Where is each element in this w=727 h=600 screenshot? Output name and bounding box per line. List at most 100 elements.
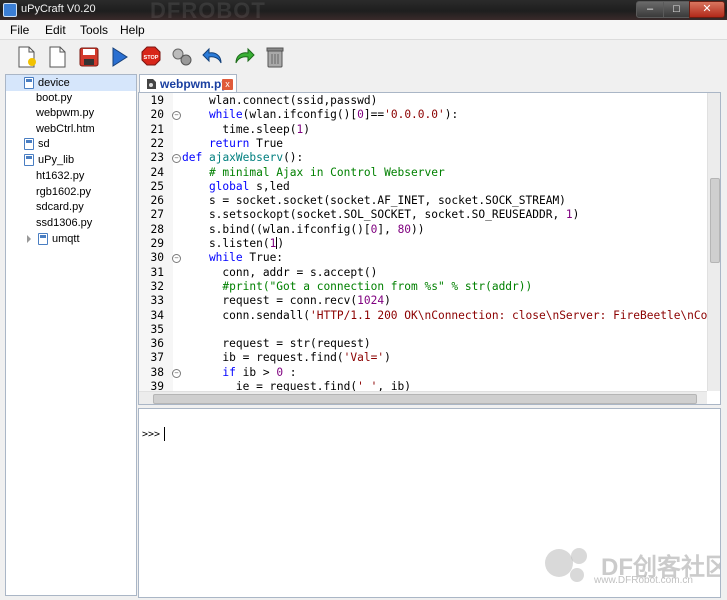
code-token: 1 xyxy=(269,237,277,250)
tree-item-device[interactable]: device xyxy=(6,75,136,91)
code-line[interactable]: 38− if ib > 0 : xyxy=(139,366,709,380)
fold-toggle-icon[interactable]: − xyxy=(172,111,181,121)
trash-icon[interactable] xyxy=(264,45,286,69)
minimize-button[interactable]: – xyxy=(636,1,664,18)
code-text: if ib > 0 : xyxy=(182,365,297,380)
code-token: ajaxWebserv xyxy=(208,151,284,165)
redo-icon[interactable] xyxy=(233,45,255,69)
line-number: 34 xyxy=(150,308,164,322)
code-token: s.listen( xyxy=(182,237,270,250)
code-token: conn, addr = s.accept() xyxy=(182,265,378,279)
titlebar-watermark: DFROBOT xyxy=(150,0,266,20)
line-number: 29 xyxy=(150,237,164,250)
undo-icon[interactable] xyxy=(202,45,224,69)
code-token: return xyxy=(182,136,250,150)
line-number: 31 xyxy=(150,265,164,279)
code-text: # minimal Ajax in Control Webserver xyxy=(182,166,445,180)
fold-toggle-icon[interactable]: − xyxy=(172,154,181,164)
expand-arrow-icon[interactable] xyxy=(27,235,31,243)
new-file-icon[interactable] xyxy=(16,45,38,69)
code-line[interactable]: 26 s = socket.socket(socket.AF_INET, soc… xyxy=(139,194,709,208)
line-number: 28 xyxy=(150,222,164,236)
horizontal-scrollbar[interactable] xyxy=(139,391,707,404)
code-token: 'Val=' xyxy=(343,351,385,365)
code-line[interactable]: 24 # minimal Ajax in Control Webserver xyxy=(139,166,709,180)
code-text: request = conn.recv(1024) xyxy=(182,294,391,308)
tab-webpwm-py[interactable]: webpwm.py x xyxy=(139,74,237,92)
menu-help[interactable]: Help xyxy=(120,23,145,37)
code-line[interactable]: 23− def ajaxWebserv(): xyxy=(139,151,709,165)
code-token: True xyxy=(249,136,284,150)
download-run-icon[interactable] xyxy=(109,45,131,69)
save-icon[interactable] xyxy=(78,45,100,69)
horizontal-scroll-thumb[interactable] xyxy=(153,394,697,404)
code-token: s,led xyxy=(249,179,290,193)
terminal-panel[interactable]: >>> DF创客社区 www.DFRobot.com.cn xyxy=(138,408,721,598)
code-line[interactable]: 33 request = conn.recv(1024) xyxy=(139,294,709,308)
code-token: 1 xyxy=(565,208,573,222)
code-token: 'HTTP/1.1 200 OK\nConnection: close\nSer… xyxy=(309,308,721,322)
code-text: s.setsockopt(socket.SOL_SOCKET, socket.S… xyxy=(182,208,579,222)
menu-edit[interactable]: Edit xyxy=(45,23,66,37)
code-line[interactable]: 27 s.setsockopt(socket.SOL_SOCKET, socke… xyxy=(139,208,709,222)
stop-icon-text: STOP xyxy=(144,55,159,61)
code-token: (): xyxy=(283,151,304,165)
code-line[interactable]: 20− while(wlan.ifconfig()[0]=='0.0.0.0')… xyxy=(139,108,709,122)
vertical-scroll-thumb[interactable] xyxy=(710,178,720,263)
code-line[interactable]: 22 return True xyxy=(139,137,709,151)
code-token: ) xyxy=(384,351,391,365)
code-line[interactable]: 37 ib = request.find('Val=') xyxy=(139,351,709,365)
open-file-icon[interactable] xyxy=(47,45,69,69)
code-token: 0 xyxy=(357,108,364,122)
tab-close-icon[interactable]: x xyxy=(222,79,233,90)
code-line[interactable]: 25 global s,led xyxy=(139,180,709,194)
fold-toggle-icon[interactable]: − xyxy=(172,368,181,378)
menu-bar: File Edit Tools Help xyxy=(0,20,727,40)
code-line[interactable]: 34 conn.sendall('HTTP/1.1 200 OK\nConnec… xyxy=(139,308,720,323)
code-line[interactable]: 31 conn, addr = s.accept() xyxy=(139,266,709,280)
device-icon xyxy=(24,77,34,89)
code-token: ) xyxy=(277,237,285,250)
code-token: def xyxy=(182,151,203,165)
window-title: uPyCraft V0.20 xyxy=(21,3,96,15)
code-line[interactable]: 36 request = str(request) xyxy=(139,337,709,351)
code-text: ib = request.find('Val=') xyxy=(182,351,391,365)
fold-toggle-icon[interactable]: − xyxy=(172,254,181,264)
watermark-url: www.DFRobot.com.cn xyxy=(594,575,693,586)
line-number: 38 xyxy=(150,365,164,379)
code-line[interactable]: 32 #print("Got a connection from %s" % s… xyxy=(139,280,709,294)
code-line[interactable]: 28 s.bind((wlan.ifconfig()[0], 80)) xyxy=(139,223,709,237)
code-line[interactable]: 35 xyxy=(139,323,709,337)
vertical-scrollbar[interactable] xyxy=(707,93,720,391)
code-text: while(wlan.ifconfig()[0]=='0.0.0.0'): xyxy=(182,108,458,122)
line-number: 26 xyxy=(150,194,164,208)
code-token: time.sleep( xyxy=(182,122,297,136)
terminal-prompt: >>> xyxy=(142,429,161,440)
code-editor[interactable]: 19 wlan.connect(ssid,passwd) 20− while(wl… xyxy=(138,92,721,405)
code-token: s = socket.socket(socket.AF_INET, socket… xyxy=(182,194,566,208)
stop-icon[interactable]: STOP xyxy=(140,45,162,69)
line-number: 30 xyxy=(150,251,164,265)
app-logo-icon xyxy=(3,3,17,17)
connect-icon[interactable] xyxy=(171,45,193,69)
code-token: conn.sendall( xyxy=(182,308,310,322)
code-token: ) xyxy=(384,294,391,308)
code-token: (wlan.ifconfig()[ xyxy=(242,108,358,122)
code-token: ib > xyxy=(235,365,277,379)
terminal-cursor xyxy=(164,427,165,441)
code-token: ib = request.find( xyxy=(182,351,344,365)
close-button[interactable]: ✕ xyxy=(689,1,725,18)
code-line[interactable]: 19 wlan.connect(ssid,passwd) xyxy=(139,94,709,108)
maximize-button[interactable]: □ xyxy=(663,1,690,18)
code-token: : xyxy=(283,365,297,379)
menu-tools[interactable]: Tools xyxy=(80,23,108,37)
code-line[interactable]: 29 s.listen(1) xyxy=(139,237,709,251)
code-line[interactable]: 30− while True: xyxy=(139,251,709,265)
code-token: ): xyxy=(444,108,459,122)
code-text: conn.sendall('HTTP/1.1 200 OK\nConnectio… xyxy=(182,308,721,323)
code-token: while xyxy=(182,251,243,265)
menu-file[interactable]: File xyxy=(10,23,29,37)
code-token: while xyxy=(182,108,243,122)
code-line[interactable]: 21 time.sleep(1) xyxy=(139,123,709,137)
